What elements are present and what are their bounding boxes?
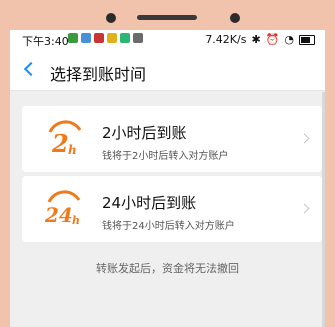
status-bar: 下午3:40 7.42K/s ✱ ⏰ ◔ <box>10 30 325 50</box>
option-24-hours[interactable]: 24 h 24小时后到账 钱将于24小时后转入对方账户 <box>22 176 322 242</box>
app-icon <box>107 33 117 43</box>
notification-icons <box>68 33 143 43</box>
2h-logo-text: 2 <box>51 129 69 158</box>
status-indicators: 7.42K/s ✱ ⏰ ◔ <box>205 33 315 46</box>
navigation-bar: 选择到账时间 <box>10 50 325 91</box>
sensor <box>230 13 240 23</box>
chevron-right-icon <box>299 203 310 214</box>
battery-icon <box>299 34 315 45</box>
24h-logo-icon: 24 h <box>44 190 81 227</box>
wechat-icon <box>68 33 78 43</box>
network-speed: 7.42K/s <box>205 33 247 46</box>
status-time: 下午3:40 <box>22 35 69 48</box>
option-description: 钱将于2小时后转入对方账户 <box>102 151 229 162</box>
svg-text:h: h <box>68 143 77 157</box>
irreversible-note: 转账发起后，资金将无法撤回 <box>96 262 239 275</box>
phone-screen: 下午3:40 7.42K/s ✱ ⏰ ◔ 选择到账时间 2 h 2小时后到账 钱… <box>10 30 325 327</box>
phone-right-bezel <box>325 0 335 327</box>
alarm-icon: ⏰ <box>265 33 280 46</box>
2h-logo-icon: 2 h <box>48 120 82 158</box>
phone-left-bezel <box>0 0 10 327</box>
page-title: 选择到账时间 <box>50 65 147 84</box>
svg-text:h: h <box>72 214 80 227</box>
bluetooth-icon: ✱ <box>251 33 261 46</box>
option-description: 钱将于24小时后转入对方账户 <box>102 221 235 232</box>
back-icon[interactable] <box>23 61 39 77</box>
option-title: 2小时后到账 <box>102 124 187 142</box>
app-icon <box>120 33 130 43</box>
wifi-icon: ◔ <box>284 33 294 46</box>
scrollbar[interactable] <box>322 92 325 327</box>
app-icon <box>94 33 104 43</box>
message-icon <box>81 33 91 43</box>
front-camera <box>106 13 116 23</box>
svg-text:24: 24 <box>44 203 73 227</box>
option-2-hours[interactable]: 2 h 2小时后到账 钱将于2小时后转入对方账户 <box>22 106 322 172</box>
chevron-right-icon <box>299 133 310 144</box>
app-icon <box>133 33 143 43</box>
earpiece-speaker <box>137 15 197 20</box>
option-title: 24小时后到账 <box>102 194 197 212</box>
